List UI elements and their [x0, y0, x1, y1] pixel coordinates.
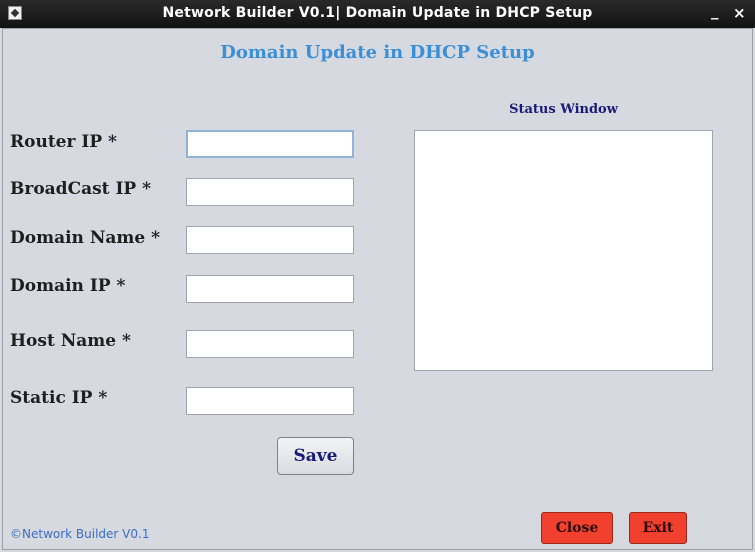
domain-ip-label: Domain IP * — [10, 276, 126, 296]
static-ip-label: Static IP * — [10, 388, 108, 408]
save-button[interactable]: Save — [277, 437, 354, 475]
broadcast-ip-input[interactable] — [186, 178, 354, 206]
status-window[interactable] — [414, 130, 713, 371]
broadcast-ip-label: BroadCast IP * — [10, 179, 151, 199]
domain-name-input[interactable] — [186, 226, 354, 254]
router-ip-label: Router IP * — [10, 132, 117, 152]
exit-button[interactable]: Exit — [629, 512, 687, 544]
page-title: Domain Update in DHCP Setup — [220, 42, 535, 63]
host-name-label: Host Name * — [10, 331, 131, 351]
window-title: Network Builder V0.1| Domain Update in D… — [162, 5, 593, 21]
static-ip-input[interactable] — [186, 387, 354, 415]
minimize-icon[interactable]: _ — [711, 3, 719, 19]
router-ip-input[interactable] — [186, 130, 354, 158]
footer-copyright: ©Network Builder V0.1 — [10, 527, 150, 541]
title-bar: Network Builder V0.1| Domain Update in D… — [0, 0, 755, 28]
domain-name-label: Domain Name * — [10, 228, 160, 248]
close-button[interactable]: Close — [541, 512, 613, 544]
status-window-label: Status Window — [509, 102, 618, 117]
domain-ip-input[interactable] — [186, 275, 354, 303]
close-window-icon[interactable]: × — [733, 5, 746, 21]
host-name-input[interactable] — [186, 330, 354, 358]
